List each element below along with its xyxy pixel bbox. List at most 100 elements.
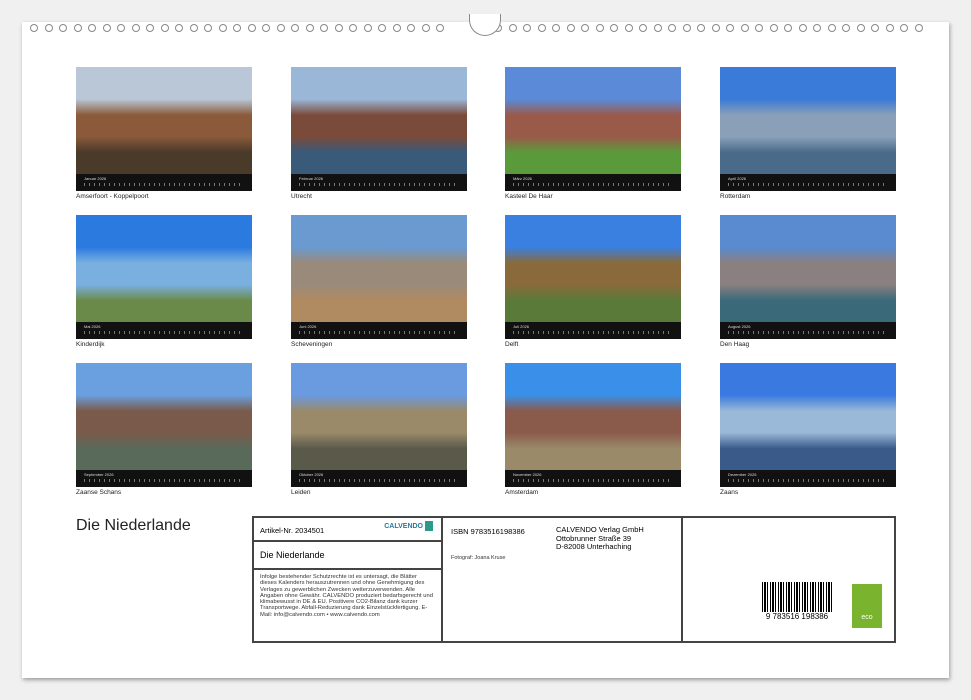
binding-hole: [900, 24, 908, 32]
month-photo: [291, 215, 467, 322]
binding-hole: [175, 24, 183, 32]
month-photo: [505, 215, 681, 322]
binding-hole: [378, 24, 386, 32]
calendar-strip: Februar 2026: [291, 174, 467, 191]
calendar-strip: Juli 2026: [505, 322, 681, 339]
month-tile: Januar 2026 Amserfoort - Koppelpoort: [76, 67, 252, 200]
month-tile: Juni 2026 Scheveningen: [291, 215, 467, 348]
month-photo: [505, 363, 681, 470]
calendar-strip: November 2026: [505, 470, 681, 487]
binding-hole: [697, 24, 705, 32]
month-label: Juni 2026: [299, 324, 317, 329]
binding-hole: [813, 24, 821, 32]
month-photo: [76, 363, 252, 470]
article-number: Artikel-Nr. 2034501: [260, 526, 325, 535]
month-label: September 2026: [84, 472, 114, 477]
binding-hole: [291, 24, 299, 32]
binding-hole: [59, 24, 67, 32]
binding-hole: [827, 24, 836, 32]
month-label: Mai 2026: [84, 324, 101, 329]
calendar-strip: Oktober 2026: [291, 470, 467, 487]
binding-hole: [320, 24, 328, 32]
day-row: [728, 183, 888, 186]
barcode: 9 783516 198386: [762, 582, 832, 621]
publisher-address: CALVENDO Verlag GmbH Ottobrunner Straße 3…: [556, 525, 644, 551]
day-row: [84, 183, 244, 186]
day-row: [513, 479, 673, 482]
calendar-strip: Januar 2026: [76, 174, 252, 191]
month-label: Dezember 2026: [728, 472, 757, 477]
photo-caption: Den Haag: [720, 341, 750, 348]
binding-hole: [885, 24, 894, 32]
month-label: Februar 2026: [299, 176, 324, 181]
binding-hole: [798, 24, 807, 32]
eco-leaf-icon: eco: [852, 584, 882, 628]
photo-caption: Leiden: [291, 489, 311, 496]
binding-hole: [711, 24, 720, 32]
binding-hole: [44, 24, 53, 32]
photo-caption: Amsterdam: [505, 489, 539, 496]
binding-hole: [30, 24, 38, 32]
month-tile: April 2026 Rotterdam: [720, 67, 896, 200]
month-photo: [291, 67, 467, 174]
month-photo: [76, 215, 252, 322]
binding-hole: [262, 24, 270, 32]
day-row: [299, 183, 459, 186]
month-label: Januar 2026: [84, 176, 107, 181]
month-photo: [720, 215, 896, 322]
photo-caption: Kinderdijk: [76, 341, 105, 348]
binding-hole: [914, 24, 923, 32]
binding-hole: [117, 24, 125, 32]
calendar-strip: Mai 2026: [76, 322, 252, 339]
calvendo-logo: CALVENDO: [384, 521, 433, 531]
day-row: [299, 331, 459, 334]
binding-hole: [610, 24, 618, 32]
binding-hole: [508, 24, 517, 32]
month-photo: [76, 67, 252, 174]
month-tile: Oktober 2026 Leiden: [291, 363, 467, 496]
month-photo: [505, 67, 681, 174]
binding-hole: [392, 24, 401, 32]
binding-hole: [566, 24, 575, 32]
photo-caption: Kasteel De Haar: [505, 193, 553, 200]
binding-hole: [581, 24, 589, 32]
day-row: [513, 183, 673, 186]
photo-caption: Scheveningen: [291, 341, 333, 348]
photographer: Fotograf: Joana Kruse: [451, 555, 506, 561]
month-tile: November 2026 Amsterdam: [505, 363, 681, 496]
binding-hole: [842, 24, 850, 32]
binding-hole: [233, 24, 241, 32]
isbn: ISBN 9783516198386: [451, 527, 525, 536]
binding-hole: [276, 24, 285, 32]
binding-hole: [668, 24, 676, 32]
binding-hole: [421, 24, 430, 32]
binding-hole: [552, 24, 560, 32]
binding-hole: [523, 24, 531, 32]
month-label: März 2026: [513, 176, 532, 181]
binding-hole: [102, 24, 111, 32]
month-photo: [291, 363, 467, 470]
binding-hole: [218, 24, 227, 32]
month-tile: Dezember 2026 Zaans: [720, 363, 896, 496]
binding-hole: [204, 24, 212, 32]
month-tile: Mai 2026 Kinderdijk: [76, 215, 252, 348]
binding-hole: [131, 24, 140, 32]
calendar-strip: Juni 2026: [291, 322, 467, 339]
month-tile: März 2026 Kasteel De Haar: [505, 67, 681, 200]
binding-hole: [871, 24, 879, 32]
month-label: April 2026: [728, 176, 747, 181]
binding-hole: [407, 24, 415, 32]
month-photo: [720, 67, 896, 174]
binding-hole: [189, 24, 198, 32]
month-photo: [720, 363, 896, 470]
binding-hole: [537, 24, 546, 32]
legal-text: Infolge bestehender Schutzrechte ist es …: [260, 574, 433, 618]
month-label: Juli 2026: [513, 324, 530, 329]
day-row: [513, 331, 673, 334]
binding-hole: [639, 24, 647, 32]
binding-hole: [856, 24, 865, 32]
calendar-strip: Dezember 2026: [720, 470, 896, 487]
binding-hole: [624, 24, 633, 32]
binding-hole: [740, 24, 749, 32]
binding-hole: [726, 24, 734, 32]
